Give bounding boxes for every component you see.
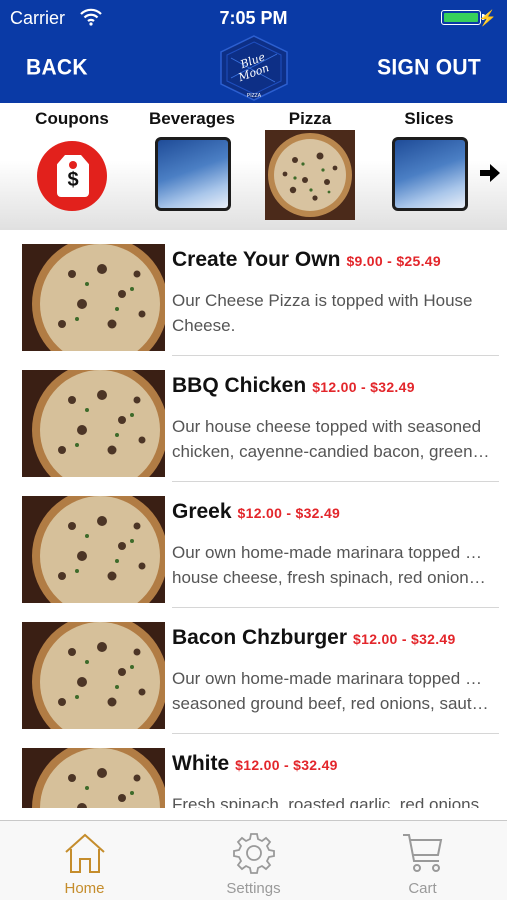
charging-bolt-icon: ⚡	[478, 10, 497, 27]
app-header: Carrier 7:05 PM ⚡ BACK Blue Moon PIZZA S…	[0, 0, 507, 103]
pizza-thumbnail	[22, 370, 165, 477]
tab-settings[interactable]: Settings	[169, 821, 338, 900]
status-bar: Carrier 7:05 PM ⚡	[0, 0, 507, 36]
item-price: $12.00 - $32.49	[237, 505, 341, 521]
category-label: Coupons	[35, 109, 109, 128]
list-item[interactable]: BBQ Chicken $12.00 - $32.49 Our house che…	[0, 356, 507, 482]
category-label: Pizza	[288, 109, 332, 128]
category-slices[interactable]: Slices	[374, 103, 484, 230]
item-name: Create Your Own $9.00 - $25.49	[172, 248, 441, 272]
item-title: White	[172, 752, 230, 775]
coupon-tag-icon: $	[37, 141, 107, 211]
item-name: Greek $12.00 - $32.49	[172, 500, 340, 524]
list-item[interactable]: Bacon Chzburger $12.00 - $32.49 Our own h…	[0, 608, 507, 734]
desc-line: Our own home-made marinara topped with	[172, 669, 492, 688]
item-description: Our own home-made marinara topped with se…	[172, 666, 492, 716]
sign-out-button[interactable]: SIGN OUT	[377, 55, 481, 80]
pizza-thumbnail	[22, 244, 165, 351]
tab-label: Cart	[408, 880, 437, 897]
menu-list[interactable]: Create Your Own $9.00 - $25.49 Our Cheese…	[0, 230, 507, 808]
desc-line: Our house cheese topped with seasoned	[172, 417, 482, 436]
desc-line: chicken, cayenne-candied bacon, green…	[172, 442, 490, 461]
item-title: Bacon Chzburger	[172, 626, 348, 649]
slices-tile	[392, 137, 468, 211]
item-price: $12.00 - $32.49	[235, 757, 338, 773]
home-icon	[65, 833, 105, 873]
desc-line: Fresh spinach, roasted garlic, red onion…	[172, 795, 484, 808]
item-title: BBQ Chicken	[172, 374, 307, 397]
desc-line: seasoned ground beef, red onions, sautee…	[172, 694, 492, 713]
list-item[interactable]: Create Your Own $9.00 - $25.49 Our Cheese…	[0, 230, 507, 356]
category-strip: Coupons $ Beverages Pizza Slices	[0, 103, 507, 230]
battery-icon	[441, 10, 485, 25]
item-name: Bacon Chzburger $12.00 - $32.49	[172, 626, 456, 650]
category-beverages[interactable]: Beverages	[137, 103, 247, 230]
item-price: $9.00 - $25.49	[346, 253, 441, 269]
beverages-tile	[155, 137, 231, 211]
desc-line: Our Cheese Pizza is topped with House	[172, 291, 473, 310]
tab-label: Settings	[226, 880, 281, 897]
pizza-thumbnail	[22, 748, 165, 808]
item-description: Our house cheese topped with seasoned chi…	[172, 414, 492, 464]
list-item[interactable]: Greek $12.00 - $32.49 Our own home-made m…	[0, 482, 507, 608]
category-label: Beverages	[148, 109, 235, 128]
list-item[interactable]: White $12.00 - $32.49 Fresh spinach, roas…	[0, 734, 507, 808]
item-name: White $12.00 - $32.49	[172, 752, 338, 776]
cart-icon	[403, 834, 443, 872]
pizza-photo	[265, 130, 355, 220]
category-pizza[interactable]: Pizza	[265, 103, 355, 230]
category-label: Slices	[404, 109, 454, 128]
item-title: Greek	[172, 500, 232, 523]
item-price: $12.00 - $32.49	[353, 631, 456, 647]
tab-cart[interactable]: Cart	[338, 821, 507, 900]
item-description: Our own home-made marinara topped with ho…	[172, 540, 492, 590]
item-description: Our Cheese Pizza is topped with House Che…	[172, 288, 492, 338]
tab-bar: Home Settings Cart	[0, 820, 507, 900]
pizza-thumbnail	[22, 622, 165, 729]
tab-label: Home	[64, 880, 105, 897]
blue-moon-logo: Blue Moon PIZZA	[220, 35, 288, 101]
back-button[interactable]: BACK	[26, 55, 88, 80]
arrow-right-icon[interactable]	[479, 163, 501, 183]
pizza-thumbnail	[22, 496, 165, 603]
desc-line: house cheese, fresh spinach, red onions,…	[172, 568, 492, 587]
item-price: $12.00 - $32.49	[312, 379, 415, 395]
item-title: Create Your Own	[172, 248, 341, 271]
category-coupons[interactable]: Coupons $	[17, 103, 127, 230]
desc-line: Our own home-made marinara topped with	[172, 543, 492, 562]
tab-home[interactable]: Home	[0, 821, 169, 900]
item-description: Fresh spinach, roasted garlic, red onion…	[172, 792, 492, 808]
gear-icon	[233, 833, 275, 874]
clock: 7:05 PM	[219, 8, 288, 28]
desc-line: Cheese.	[172, 316, 236, 335]
svg-text:PIZZA: PIZZA	[247, 93, 262, 99]
item-name: BBQ Chicken $12.00 - $32.49	[172, 374, 415, 398]
